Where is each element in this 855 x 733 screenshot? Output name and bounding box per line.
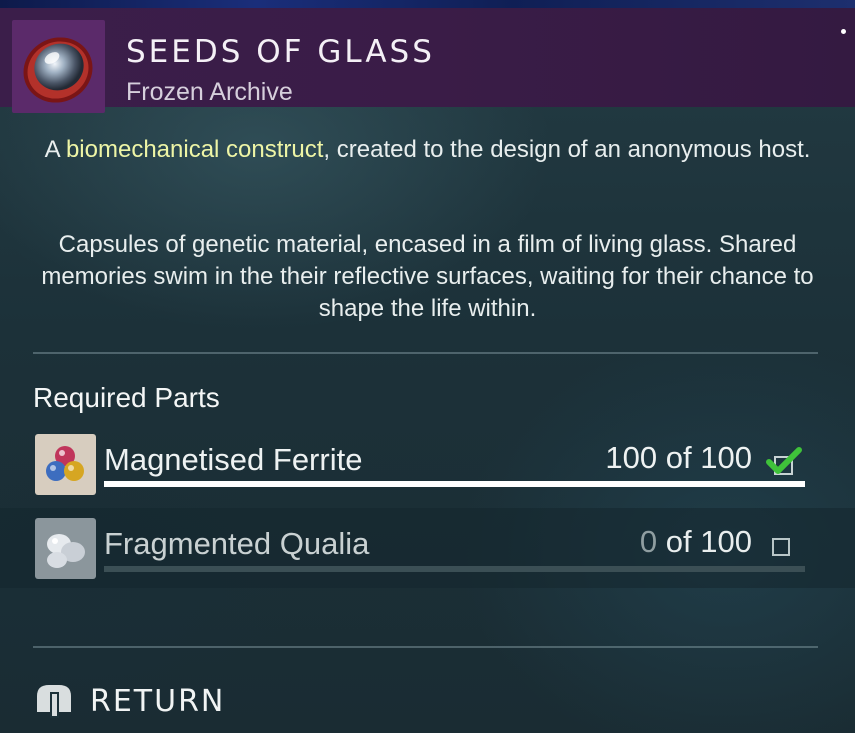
return-button-icon[interactable] bbox=[33, 682, 75, 718]
part-have: 100 bbox=[605, 440, 658, 475]
description-highlight: biomechanical construct bbox=[65, 136, 324, 163]
divider-top bbox=[33, 352, 818, 354]
glass-seed-icon bbox=[12, 20, 105, 113]
return-button[interactable]: RETURN bbox=[90, 684, 225, 719]
required-parts-heading: Required Parts bbox=[33, 382, 220, 413]
part-of-label: of bbox=[665, 440, 692, 475]
part-count: 100 of 100 bbox=[605, 440, 752, 476]
status-dot bbox=[841, 29, 846, 34]
part-row-magnetised-ferrite[interactable]: Magnetised Ferrite 100 of 100 bbox=[0, 425, 855, 505]
part-have: 0 bbox=[639, 524, 658, 559]
description-paragraph-2: Capsules of genetic material, encased in… bbox=[41, 231, 814, 322]
part-need: 100 bbox=[700, 524, 752, 559]
item-subtitle: Frozen Archive bbox=[126, 78, 293, 106]
complete-check-icon bbox=[766, 447, 802, 475]
part-of-label: of bbox=[665, 524, 692, 559]
part-name: Magnetised Ferrite bbox=[104, 442, 363, 477]
description-prefix: A bbox=[44, 136, 66, 163]
part-progress-track bbox=[104, 481, 805, 487]
part-need: 100 bbox=[700, 440, 752, 475]
part-name: Fragmented Qualia bbox=[104, 526, 370, 561]
qualia-icon bbox=[35, 518, 96, 579]
part-progress-track bbox=[104, 566, 805, 572]
item-header: SEEDS OF GLASS Frozen Archive bbox=[0, 8, 855, 113]
ferrite-icon bbox=[35, 434, 96, 495]
background bbox=[0, 0, 855, 733]
divider-bottom bbox=[33, 646, 818, 648]
description-suffix: , created to the design of an anonymous … bbox=[323, 136, 811, 163]
top-strip bbox=[0, 0, 855, 8]
description-line-1: A biomechanical construct, created to th… bbox=[30, 134, 825, 166]
part-progress-fill bbox=[104, 481, 805, 487]
item-title: SEEDS OF GLASS bbox=[126, 34, 435, 70]
part-row-fragmented-qualia[interactable]: Fragmented Qualia 0 of 100 bbox=[0, 508, 855, 588]
incomplete-checkbox-icon bbox=[772, 538, 790, 556]
part-count: 0 of 100 bbox=[640, 524, 752, 560]
